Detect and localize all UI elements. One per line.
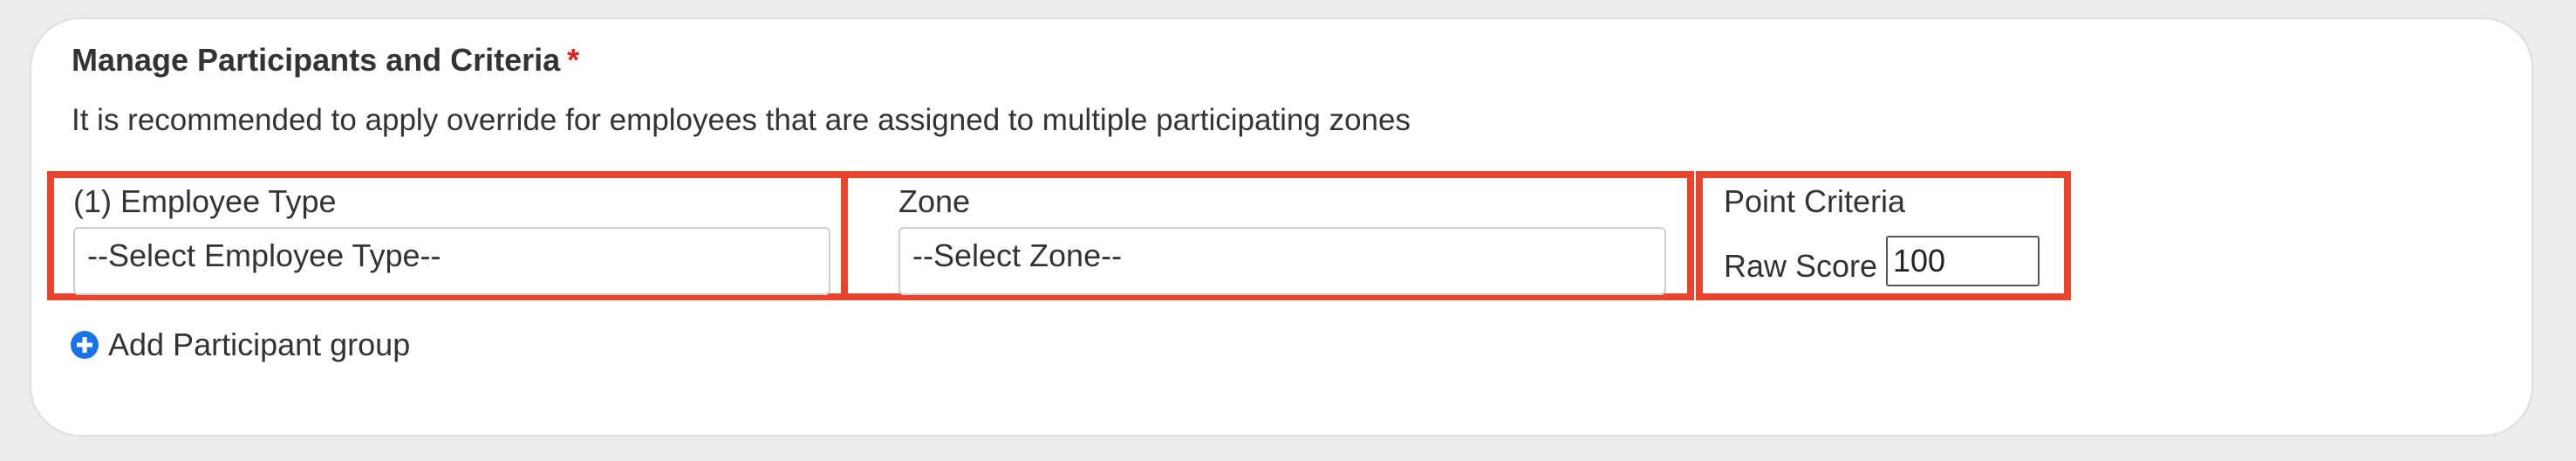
raw-score-label: Raw Score <box>1724 248 1878 284</box>
section-title: Manage Participants and Criteria * <box>72 42 579 79</box>
add-participant-group-link[interactable]: Add Participant group <box>70 327 410 363</box>
required-marker: * <box>567 42 580 78</box>
point-criteria-label: Point Criteria <box>1724 183 1906 219</box>
zone-select[interactable]: --Select Zone-- <box>899 227 1666 295</box>
zone-column: Zone --Select Zone-- <box>841 171 1694 300</box>
section-title-text: Manage Participants and Criteria <box>72 42 561 78</box>
plus-circle-icon <box>70 330 99 360</box>
employee-type-column: (1) Employee Type --Select Employee Type… <box>47 171 848 300</box>
zone-label: Zone <box>899 183 971 219</box>
employee-type-select[interactable]: --Select Employee Type-- <box>73 227 830 295</box>
raw-score-input[interactable] <box>1886 236 2040 286</box>
section-hint: It is recommended to apply override for … <box>72 103 1411 137</box>
employee-type-label: (1) Employee Type <box>73 183 337 219</box>
point-criteria-column: Point Criteria Raw Score <box>1696 171 2071 300</box>
add-participant-group-label: Add Participant group <box>108 327 411 362</box>
